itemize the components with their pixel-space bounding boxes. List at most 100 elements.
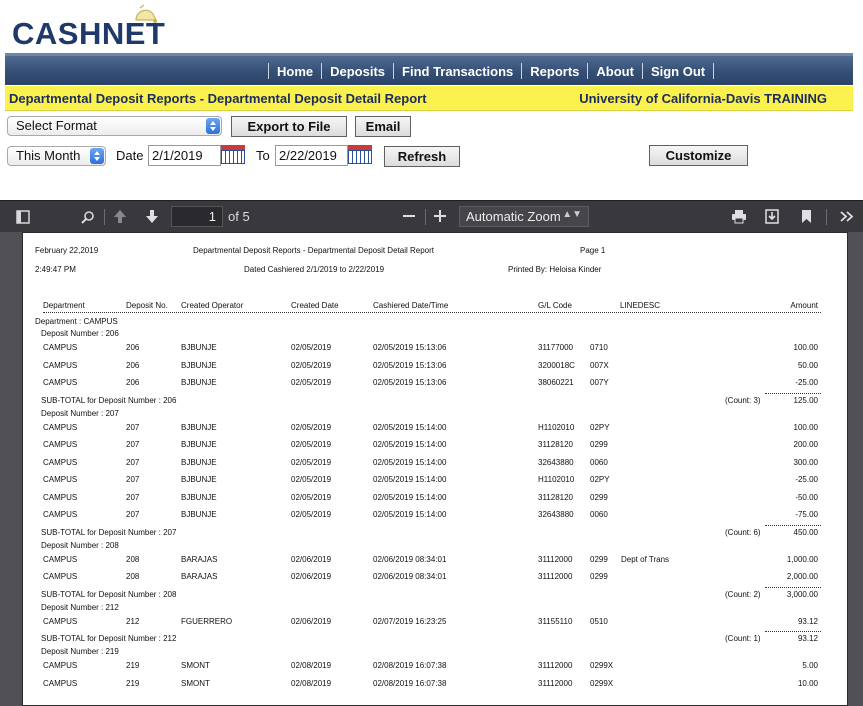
cell-gl-code: H1102010: [538, 422, 575, 432]
bookmark-icon[interactable]: [801, 209, 812, 224]
nav-item-deposits[interactable]: Deposits: [328, 64, 387, 79]
cell-cashiered: 02/08/2019 16:07:38: [373, 661, 447, 670]
subtotal-label: SUB-TOTAL for Deposit Number : 206: [41, 395, 177, 405]
nav-menu: Home Deposits Find Transactions Reports Abou…: [262, 60, 720, 82]
subtotal-amount: 3,000.00: [786, 589, 818, 599]
date-from-calendar-icon[interactable]: [221, 145, 245, 164]
cell-operator: BJBUNJE: [181, 510, 217, 519]
zoom-select[interactable]: Automatic Zoom ▲▼: [459, 206, 589, 227]
cell-cashiered: 02/05/2019 15:14:00: [373, 510, 447, 519]
cell-cashiered: 02/05/2019 15:14:00: [373, 492, 447, 502]
print-icon[interactable]: [731, 209, 747, 224]
date-to-calendar-icon[interactable]: [348, 145, 372, 164]
cell-deposit-no: 206: [126, 343, 140, 352]
cell-gl-suffix: 02PY: [590, 475, 610, 484]
cell-department: CAMPUS: [43, 422, 78, 432]
cell-gl-suffix: 0060: [590, 510, 608, 519]
nav-item-reports[interactable]: Reports: [528, 64, 581, 79]
cell-department: CAMPUS: [43, 554, 78, 564]
report-title: Departmental Deposit Reports - Departmen…: [9, 91, 427, 106]
refresh-button[interactable]: Refresh: [384, 146, 460, 167]
report-time: 2:49:47 PM: [35, 265, 76, 274]
cell-gl-suffix: 0299: [590, 492, 608, 502]
cell-gl-suffix: 0299X: [590, 661, 614, 670]
zoom-out-icon[interactable]: [403, 215, 415, 218]
cell-gl-suffix: 0299: [590, 440, 608, 449]
customize-button[interactable]: Customize: [649, 145, 748, 166]
cell-amount: 50.00: [797, 360, 818, 370]
cashnet-logo: CASHNET: [12, 4, 172, 51]
cell-created-date: 02/08/2019: [291, 661, 332, 670]
nav-separator: [587, 63, 589, 79]
period-select[interactable]: This Month: [7, 146, 106, 166]
deposit-heading: Deposit Number : 208: [41, 540, 119, 550]
nav-item-sign-out[interactable]: Sign Out: [649, 64, 707, 79]
cell-operator: BJBUNJE: [181, 422, 217, 432]
page-number-input[interactable]: 1: [171, 206, 223, 227]
cell-created-date: 02/05/2019: [291, 510, 332, 519]
cell-operator: BARAJAS: [181, 554, 218, 564]
cell-operator: BJBUNJE: [181, 360, 217, 370]
cell-created-date: 02/05/2019: [291, 457, 332, 467]
column-header: Deposit No.: [126, 301, 168, 310]
cell-amount: -25.00: [795, 378, 818, 387]
pdf-viewer[interactable]: February 22,2019 Departmental Deposit Re…: [0, 232, 863, 706]
report-date: February 22,2019: [35, 246, 99, 255]
logo-bell-icon: [135, 4, 157, 23]
cell-operator: BJBUNJE: [181, 378, 217, 387]
cell-operator: FGUERRERO: [181, 616, 233, 626]
format-select[interactable]: Select Format: [7, 116, 222, 136]
cell-amount: 93.12: [797, 616, 818, 626]
previous-page-icon[interactable]: [113, 209, 127, 224]
cell-gl-code: 31177000: [538, 343, 573, 352]
cell-cashiered: 02/05/2019 15:14:00: [373, 422, 447, 432]
sidebar-toggle-icon[interactable]: [16, 210, 30, 224]
search-icon[interactable]: [81, 210, 95, 224]
tools-menu-icon[interactable]: [840, 211, 854, 222]
cell-department: CAMPUS: [43, 616, 78, 626]
institution-name: University of California-Davis TRAINING: [579, 91, 827, 106]
subtotal-count: (Count: 1): [725, 634, 761, 643]
subtotal-amount: 125.00: [793, 395, 818, 405]
subtotal-amount: 450.00: [793, 527, 818, 537]
cell-gl-code: 32643880: [538, 510, 574, 519]
cell-deposit-no: 207: [126, 475, 140, 484]
cell-created-date: 02/05/2019: [291, 343, 332, 352]
zoom-select-value: Automatic Zoom: [466, 209, 561, 224]
cell-gl-code: 31128120: [538, 440, 573, 449]
cell-department: CAMPUS: [43, 440, 78, 449]
subtotal-label: SUB-TOTAL for Deposit Number : 212: [41, 634, 177, 643]
email-button[interactable]: Email: [355, 116, 411, 137]
cell-deposit-no: 207: [126, 422, 140, 432]
nav-item-about[interactable]: About: [594, 64, 636, 79]
nav-separator: [321, 63, 323, 79]
date-to-input[interactable]: 2/22/2019: [275, 145, 348, 166]
next-page-icon[interactable]: [145, 209, 159, 224]
cell-gl-suffix: 02PY: [590, 422, 610, 432]
download-icon[interactable]: [765, 209, 779, 224]
zoom-in-icon[interactable]: [434, 210, 446, 222]
subtotal-count: (Count: 2): [725, 589, 761, 599]
column-header: Department: [43, 301, 85, 310]
cell-amount: 100.00: [793, 422, 818, 432]
nav-separator: [641, 63, 643, 79]
cell-cashiered: 02/05/2019 15:13:06: [373, 343, 447, 352]
cell-created-date: 02/05/2019: [291, 422, 332, 432]
nav-item-find-transactions[interactable]: Find Transactions: [400, 64, 515, 79]
cell-department: CAMPUS: [43, 678, 78, 688]
cell-department: CAMPUS: [43, 661, 78, 670]
nav-item-home[interactable]: Home: [275, 64, 315, 79]
page-total-label: of 5: [228, 209, 250, 224]
cell-operator: BJBUNJE: [181, 492, 217, 502]
cell-cashiered: 02/05/2019 15:13:06: [373, 360, 447, 370]
cell-gl-code: 31128120: [538, 492, 573, 502]
cell-amount: 5.00: [802, 661, 818, 670]
cell-deposit-no: 219: [126, 661, 140, 670]
cell-department: CAMPUS: [43, 475, 78, 484]
export-to-file-button[interactable]: Export to File: [231, 116, 347, 137]
cell-department: CAMPUS: [43, 572, 78, 581]
cell-created-date: 02/05/2019: [291, 360, 332, 370]
date-from-input[interactable]: 2/1/2019: [148, 145, 221, 166]
subtotal-label: SUB-TOTAL for Deposit Number : 207: [41, 527, 177, 537]
cell-gl-code: 38060221: [538, 378, 574, 387]
